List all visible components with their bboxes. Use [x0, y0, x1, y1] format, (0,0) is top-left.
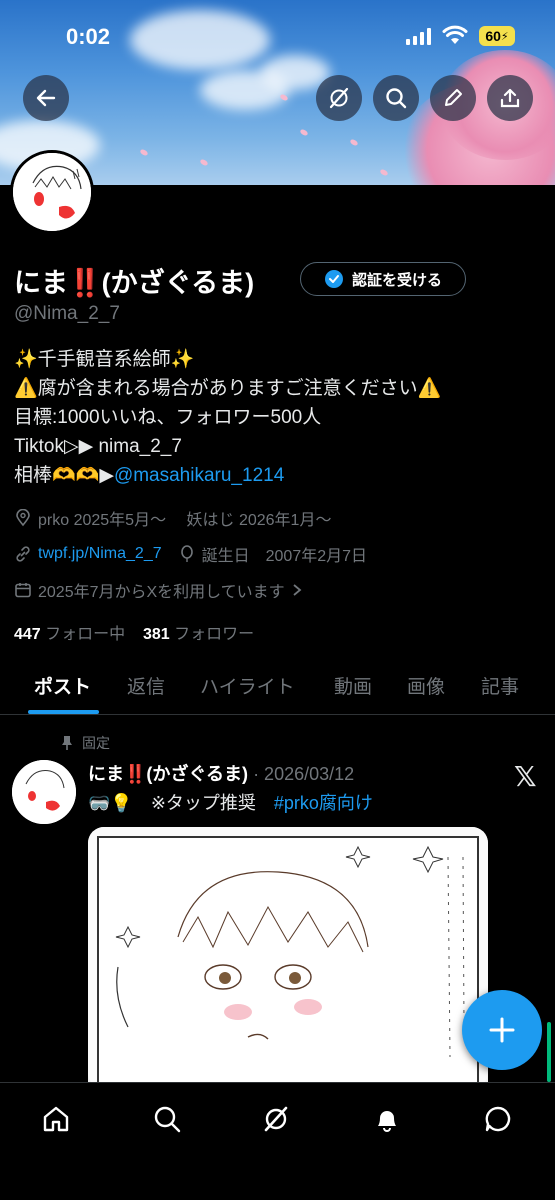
avatar-drawing	[13, 153, 91, 231]
grok-button[interactable]	[316, 75, 362, 121]
grok-icon	[329, 87, 349, 109]
post-date: · 2026/03/12	[253, 764, 355, 784]
bio-line: Tiktok▷▶︎ nima_2_7	[14, 436, 182, 457]
x-logo-icon: 𝕏	[514, 761, 537, 792]
nav-search[interactable]	[147, 1099, 187, 1139]
search-icon	[154, 1106, 181, 1133]
birthday-balloon-icon	[180, 545, 193, 562]
scrollbar[interactable]	[547, 1022, 551, 1082]
bio-line: ⚠️腐が含まれる場合がありますご注意ください⚠️	[14, 378, 442, 399]
battery-indicator: 60 ⚡	[479, 26, 515, 46]
bio-partner-prefix: 相棒🫶🫶▶︎	[14, 465, 114, 486]
nav-messages[interactable]	[478, 1099, 518, 1139]
following-label: フォロー中	[45, 626, 126, 643]
location-row: prko 2025年5月〜 妖はじ 2026年1月〜	[14, 506, 331, 530]
post-hashtag-link[interactable]: #prko腐向け	[274, 793, 373, 813]
get-verified-label: 認証を受ける	[351, 271, 442, 289]
follow-stats: 447 フォロー中 381 フォロワー	[14, 620, 254, 644]
back-arrow-icon	[36, 89, 56, 107]
post-image[interactable]	[88, 827, 488, 1087]
active-tab-indicator	[28, 710, 99, 714]
battery-level: 60	[485, 28, 501, 44]
compose-post-button[interactable]	[462, 990, 542, 1070]
following-link[interactable]: 447 フォロー中	[14, 626, 125, 643]
website-row: twpf.jp/Nima_2_7 誕生日 2007年2月7日	[14, 542, 367, 566]
back-button[interactable]	[23, 75, 69, 121]
bottom-navigation	[0, 1082, 555, 1200]
cellular-signal-icon	[406, 27, 431, 45]
edit-button[interactable]	[430, 75, 476, 121]
bio-line: ✨千手観音系絵師✨	[14, 349, 195, 370]
partner-mention-link[interactable]: @masahikaru_1214	[114, 465, 284, 486]
home-icon	[43, 1106, 69, 1132]
tab-videos[interactable]: 動画	[334, 672, 372, 699]
profile-handle: @Nima_2_7	[14, 303, 120, 324]
joined-row[interactable]: 2025年7月からXを利用しています	[14, 578, 303, 602]
nav-grok[interactable]	[256, 1099, 296, 1139]
profile-avatar[interactable]	[10, 150, 94, 234]
plus-icon	[489, 1017, 515, 1043]
share-button[interactable]	[487, 75, 533, 121]
profile-tabs: ポスト 返信 ハイライト 動画 画像 記事	[0, 660, 555, 715]
avatar-drawing	[12, 760, 76, 824]
profile-bio: ✨千手観音系絵師✨ ⚠️腐が含まれる場合がありますご注意ください⚠️ 目標:10…	[14, 345, 441, 490]
calendar-icon	[15, 583, 31, 598]
post-illustration	[88, 827, 488, 1087]
tab-posts[interactable]: ポスト	[34, 672, 91, 699]
edit-pencil-icon	[445, 89, 462, 106]
pinned-label: 固定	[82, 735, 110, 751]
location-text: prko 2025年5月〜 妖はじ 2026年1月〜	[38, 512, 332, 529]
bio-line: 相棒🫶🫶▶︎@masahikaru_1214	[14, 461, 441, 490]
grok-icon	[264, 1106, 288, 1132]
post-author-name[interactable]: にま‼️(かざぐるま)	[88, 764, 248, 784]
location-pin-icon	[16, 509, 30, 527]
profile-name: にま‼️(かざぐるま)	[14, 268, 255, 298]
post-text: 🥽💡 ※タップ推奨 #prko腐向け	[88, 789, 373, 815]
birthday-text: 誕生日 2007年2月7日	[201, 548, 368, 565]
post-text-body: 🥽💡 ※タップ推奨	[88, 793, 274, 813]
pinned-indicator: 固定	[60, 733, 110, 753]
joined-text: 2025年7月からXを利用しています	[38, 584, 285, 601]
post-author-avatar[interactable]	[12, 760, 76, 824]
wifi-icon	[442, 25, 468, 44]
chevron-right-icon	[293, 584, 302, 596]
pin-icon	[62, 736, 72, 750]
verified-badge-icon	[324, 270, 343, 288]
nav-notifications[interactable]	[367, 1099, 407, 1139]
tab-highlights[interactable]: ハイライト	[200, 672, 295, 699]
search-icon	[386, 88, 407, 109]
status-time: 0:02	[66, 24, 111, 49]
share-icon	[500, 88, 520, 108]
website-link[interactable]: twpf.jp/Nima_2_7	[38, 545, 162, 563]
search-button[interactable]	[373, 75, 419, 121]
following-count: 447	[14, 626, 41, 643]
tab-images[interactable]: 画像	[407, 672, 445, 699]
nav-home[interactable]	[36, 1099, 76, 1139]
tab-articles[interactable]: 記事	[481, 672, 519, 699]
tab-replies[interactable]: 返信	[127, 672, 165, 699]
status-bar: 0:02 60 ⚡	[0, 0, 555, 72]
bell-icon	[378, 1111, 396, 1132]
followers-label: フォロワー	[174, 626, 255, 643]
message-icon	[485, 1106, 511, 1132]
get-verified-button[interactable]: 認証を受ける	[300, 262, 466, 296]
followers-link[interactable]: 381 フォロワー	[143, 626, 254, 643]
post-header: にま‼️(かざぐるま) · 2026/03/12	[88, 760, 354, 786]
followers-count: 381	[142, 626, 170, 643]
link-icon	[16, 546, 30, 562]
bio-line: 目標:1000いいね、フォロワー500人	[14, 407, 322, 428]
